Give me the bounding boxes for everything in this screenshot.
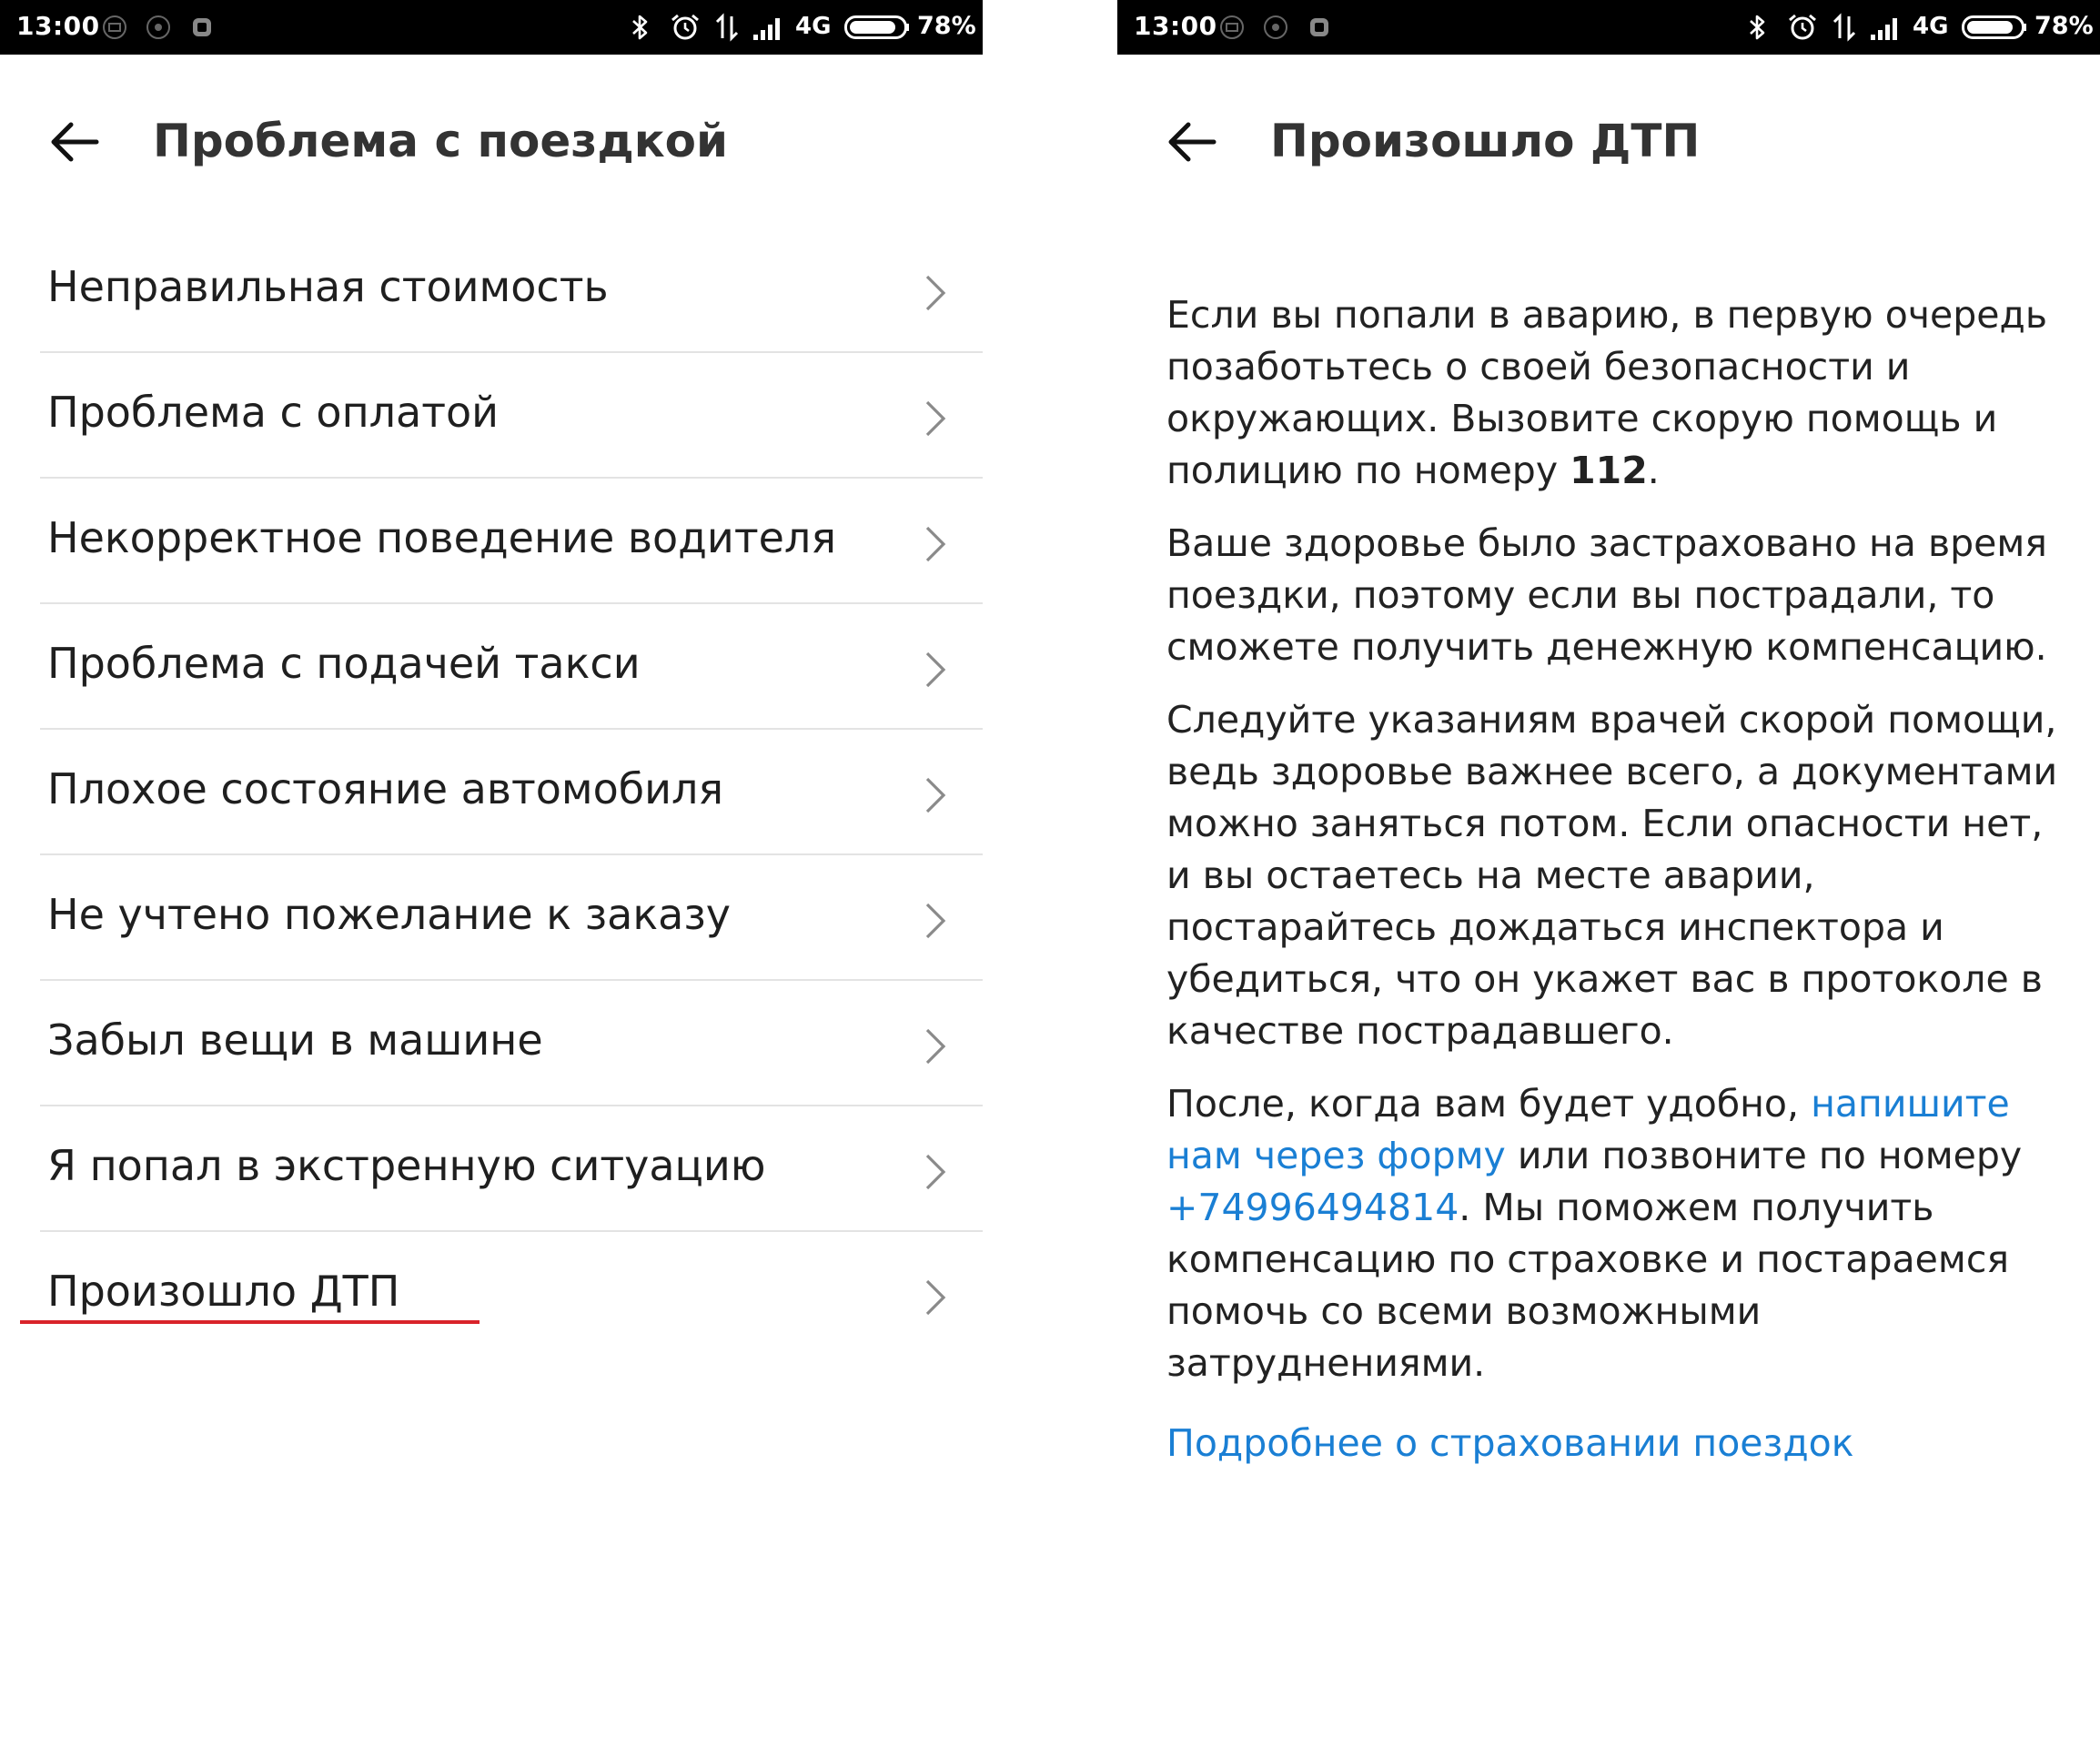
highlight-underline xyxy=(20,1320,480,1324)
page-title: Проблема с поездкой xyxy=(153,115,729,167)
problem-menu-list: Неправильная стоимость Проблема с оплато… xyxy=(40,227,983,1358)
status-bar: 13:00 4G 78% xyxy=(0,0,983,55)
menu-item-label: Некорректное поведение водителя xyxy=(47,513,836,562)
emergency-number: 112 xyxy=(1570,449,1648,492)
insurance-details-link[interactable]: Подробнее о страховании поездок xyxy=(1166,1418,1854,1469)
signal-icon xyxy=(753,18,780,40)
paragraph-safety: Если вы попали в аварию, в первую очеред… xyxy=(1166,289,2076,497)
menu-item-label: Проблема с подачей такси xyxy=(47,639,641,688)
battery-icon xyxy=(1962,15,2026,39)
menu-item-label: Не учтено пожелание к заказу xyxy=(47,890,732,939)
menu-item-lost-items[interactable]: Забыл вещи в машине xyxy=(40,981,983,1106)
alarm-icon xyxy=(1789,14,1816,40)
menu-item-accident[interactable]: Произошло ДТП xyxy=(40,1232,983,1358)
menu-item-label: Я попал в экстренную ситуацию xyxy=(47,1141,766,1190)
status-bar: 13:00 4G 78% xyxy=(1117,0,2100,55)
battery-percent: 78% xyxy=(2034,12,2094,40)
notification-icon xyxy=(1310,18,1328,36)
chevron-right-icon xyxy=(925,903,946,939)
network-type: 4G xyxy=(795,13,832,40)
menu-item-label: Плохое состояние автомобиля xyxy=(47,764,724,813)
page-title: Произошло ДТП xyxy=(1270,115,1701,167)
chevron-right-icon xyxy=(925,1279,946,1316)
accident-article: Если вы попали в аварию, в первую очеред… xyxy=(1166,289,2076,1410)
network-type: 4G xyxy=(1913,13,1949,40)
problem-list-screen: 13:00 4G 78% Проблема с поездкой Неправи… xyxy=(0,0,983,1747)
paragraph-text: После, когда вам будет удобно, xyxy=(1166,1082,1812,1126)
chevron-right-icon xyxy=(925,400,946,437)
chevron-right-icon xyxy=(925,777,946,813)
menu-item-payment-problem[interactable]: Проблема с оплатой xyxy=(40,353,983,479)
status-time: 13:00 xyxy=(16,11,100,41)
back-arrow-icon[interactable] xyxy=(1163,113,1221,171)
menu-item-label: Неправильная стоимость xyxy=(47,262,609,311)
menu-item-wrong-price[interactable]: Неправильная стоимость xyxy=(40,227,983,353)
notification-icon xyxy=(193,18,211,36)
battery-icon xyxy=(844,15,909,39)
data-arrows-icon xyxy=(1832,13,1856,42)
paragraph-contact: После, когда вам будет удобно, напишите … xyxy=(1166,1078,2076,1389)
chevron-right-icon xyxy=(925,526,946,562)
status-time: 13:00 xyxy=(1134,11,1217,41)
back-arrow-icon[interactable] xyxy=(45,113,104,171)
chevron-right-icon xyxy=(925,1154,946,1190)
phone-number-link[interactable]: +74996494814 xyxy=(1166,1186,1459,1229)
notification-icon xyxy=(146,15,170,39)
bluetooth-icon xyxy=(1750,15,1765,40)
paragraph-text: . xyxy=(1647,449,1660,492)
chevron-right-icon xyxy=(925,651,946,688)
notification-icon xyxy=(103,15,126,39)
battery-percent: 78% xyxy=(917,12,976,40)
data-arrows-icon xyxy=(715,13,739,42)
chevron-right-icon xyxy=(925,275,946,311)
accident-info-screen: 13:00 4G 78% Произошло ДТП Если вы попал… xyxy=(1117,0,2100,1747)
menu-item-label: Проблема с оплатой xyxy=(47,388,500,437)
paragraph-text: или позвоните по номеру xyxy=(1505,1134,2023,1177)
signal-icon xyxy=(1871,18,1897,40)
notification-icon xyxy=(1220,15,1244,39)
chevron-right-icon xyxy=(925,1028,946,1065)
menu-item-label: Произошло ДТП xyxy=(47,1267,400,1316)
menu-item-car-condition[interactable]: Плохое состояние автомобиля xyxy=(40,730,983,855)
paragraph-instructions: Следуйте указаниям врачей скорой помощи,… xyxy=(1166,698,2058,1053)
alarm-icon xyxy=(671,14,699,40)
menu-item-order-wish[interactable]: Не учтено пожелание к заказу xyxy=(40,855,983,981)
bluetooth-icon xyxy=(632,15,648,40)
paragraph-insurance: Ваше здоровье было застраховано на время… xyxy=(1166,521,2047,669)
notification-icon xyxy=(1264,15,1287,39)
menu-item-emergency[interactable]: Я попал в экстренную ситуацию xyxy=(40,1106,983,1232)
menu-item-taxi-arrival[interactable]: Проблема с подачей такси xyxy=(40,604,983,730)
menu-item-driver-behavior[interactable]: Некорректное поведение водителя xyxy=(40,479,983,604)
menu-item-label: Забыл вещи в машине xyxy=(47,1015,543,1065)
